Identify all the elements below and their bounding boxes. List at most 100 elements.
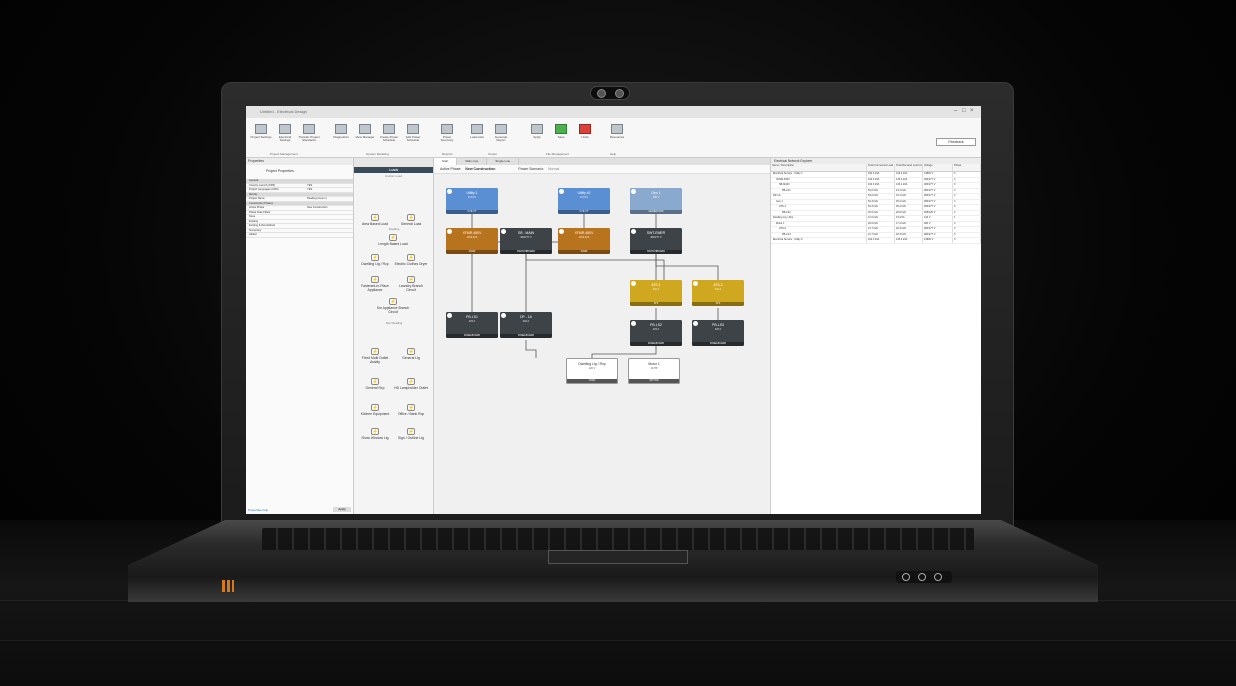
- table-cell: 3: [953, 221, 981, 226]
- apply-properties-button[interactable]: Apply: [333, 507, 351, 512]
- diagram-node-s2[interactable]: SWT-EMER 480/277 V SWITCHBOARD: [630, 228, 682, 254]
- load-item[interactable]: ⚡ Office / Bank Rcp: [394, 404, 428, 416]
- table-row[interactable]: Electrical Service - Utility 2 162.3 kVA 1…: [771, 238, 981, 244]
- load-item-label: Show Window Ltg: [361, 436, 389, 440]
- table-cell: 13800 V: [923, 238, 953, 243]
- port: [934, 573, 942, 581]
- diagram-node-a2[interactable]: ATS-2 400 A ATS: [692, 280, 744, 306]
- column-header[interactable]: Total Connected Load (VA): [867, 164, 895, 171]
- electrical-settings-button[interactable]: Electrical Settings: [274, 124, 296, 150]
- transfer-standards-button[interactable]: Transfer Project Standards: [298, 124, 320, 150]
- feedback-button[interactable]: Feedback: [936, 138, 976, 146]
- load-item[interactable]: ⚡ Electric Clothes Dryer: [394, 254, 428, 266]
- load-item[interactable]: ⚡ Laundry Branch Circuit: [394, 276, 428, 292]
- table-cell: 208/120 V: [923, 210, 953, 215]
- load-item[interactable]: ⚡ Sm Appliance Branch Circuit: [376, 298, 410, 314]
- diagram-node-p3[interactable]: PB-LS2 225 A PANELBOARD: [630, 320, 682, 346]
- diagram-node-u2[interactable]: Utility #2 13.8 kV UTILITY: [558, 188, 610, 214]
- diagram-node-l2[interactable]: Motor 1 10 HP MOTOR: [628, 358, 680, 384]
- load-item-label: Laundry Branch Circuit: [399, 284, 423, 292]
- help-icon: [611, 124, 623, 134]
- create-schedule-button[interactable]: Create Power Schedule: [378, 124, 400, 150]
- load-item[interactable]: ⚡ Sign / Outline Ltg: [394, 428, 428, 440]
- node-subtitle: 1000 kVA: [578, 236, 590, 239]
- view-manager-button[interactable]: View Manager: [354, 124, 376, 150]
- add-schedule-icon: [407, 124, 419, 134]
- load-item[interactable]: ⚡ Show Window Ltg: [358, 428, 392, 440]
- group-label: File Management: [546, 152, 570, 156]
- column-header[interactable]: Phase: [953, 164, 981, 171]
- load-lists-button[interactable]: Load Lists: [466, 124, 488, 150]
- generate-report-button[interactable]: Generate Report: [490, 124, 512, 150]
- keyboard: [262, 528, 974, 550]
- category-nondwelling: Non Dwelling: [385, 321, 403, 325]
- diagram-node-l1[interactable]: Dwelling Ltg / Rcp 120 V LOAD: [566, 358, 618, 384]
- status-led: [222, 580, 234, 592]
- column-header[interactable]: Name / Description: [771, 164, 867, 171]
- apply-button[interactable]: Apply: [526, 124, 548, 150]
- node-title: XFMR-480V: [574, 231, 594, 235]
- node-subtitle: 225 A: [468, 320, 476, 323]
- load-item[interactable]: ⚡ Fastened-In-Place Appliance: [358, 276, 392, 292]
- settings-icon: [255, 124, 267, 134]
- load-item[interactable]: ⚡ HD Lampholder Outlet: [394, 378, 428, 390]
- load-item[interactable]: ⚡ Fixed Multi Outlet Assbly: [358, 348, 392, 364]
- diagram-node-p2[interactable]: DP - 1A 400 A PANELBOARD: [500, 312, 552, 338]
- load-item[interactable]: ⚡ Length Based Load: [376, 234, 410, 246]
- column-header[interactable]: Voltage: [923, 164, 953, 171]
- diagram-node-g1[interactable]: Gen 1 480 V GENERATOR: [630, 188, 682, 214]
- table-cell: 3: [953, 205, 981, 210]
- diagram-node-x1[interactable]: XFMR-480V 1000 kVA XFMR: [446, 228, 498, 254]
- table-cell: Gen 1: [771, 199, 867, 204]
- load-item-label: Office / Bank Rcp: [397, 412, 425, 416]
- maximize-icon[interactable]: □: [962, 108, 970, 115]
- diagram-node-x2[interactable]: XFMR-480V 1000 kVA XFMR: [558, 228, 610, 254]
- loads-palette: Loads Custom Load Dwelling Non Dwelling …: [354, 158, 434, 514]
- minimize-icon[interactable]: –: [954, 108, 962, 115]
- undo-button[interactable]: Undo: [574, 124, 596, 150]
- table-cell: 26.8 kVA: [895, 210, 923, 215]
- save-button[interactable]: Save: [550, 124, 572, 150]
- group-label: System Modeling: [366, 152, 390, 156]
- diagram-node-p4[interactable]: PB-LS3 225 A PANELBOARD: [692, 320, 744, 346]
- project-settings-button[interactable]: Project Settings: [250, 124, 272, 150]
- resources-button[interactable]: Resources: [606, 124, 628, 150]
- add-schedule-button[interactable]: Add Power Schedule: [402, 124, 424, 150]
- diagram-node-u1[interactable]: Utility 1 13.8 kV UTILITY: [446, 188, 498, 214]
- category-dwelling: Dwelling: [388, 227, 400, 231]
- table-cell: 133.4 kVA: [895, 183, 923, 188]
- column-header[interactable]: Total Demand Load (VA): [895, 164, 923, 171]
- diagnostics-button[interactable]: Diagnostics: [330, 124, 352, 150]
- property-row[interactable]: Added: [246, 233, 353, 238]
- diagram-node-a1[interactable]: ATS-1 400 A ATS: [630, 280, 682, 306]
- properties-help-link[interactable]: Properties help: [248, 508, 268, 512]
- transfer-icon: [303, 124, 315, 134]
- load-item[interactable]: ⚡ General Rcp: [358, 378, 392, 390]
- property-key: Construction Phases: [249, 201, 273, 205]
- table-cell: 18.4 kVA: [895, 232, 923, 237]
- diagram-node-p1[interactable]: PB-LS1 225 A PANELBOARD: [446, 312, 498, 338]
- close-icon[interactable]: ×: [970, 108, 978, 115]
- load-item[interactable]: ⚡ Area Based Load: [358, 214, 392, 226]
- property-key: Phase Note Filters: [249, 210, 271, 214]
- load-item[interactable]: ⚡ General Ltg: [394, 348, 428, 360]
- table-cell: 480/277 V: [923, 183, 953, 188]
- node-title: PB-LS1: [466, 315, 478, 319]
- diagram-node-s1[interactable]: SB - MAIN 480/277 V SWITCHBOARD: [500, 228, 552, 254]
- table-cell: PB-LS1: [771, 188, 867, 193]
- load-item[interactable]: ⚡ Kitchen Equipment: [358, 404, 392, 416]
- scene: Untitled - Electrical Design – □ × Proje…: [0, 0, 1236, 686]
- load-item[interactable]: ⚡ Dwelling Ltg / Rcp: [358, 254, 392, 266]
- port: [918, 573, 926, 581]
- node-footer: MOTOR: [629, 379, 679, 383]
- load-type-icon: ⚡: [407, 254, 415, 261]
- load-item[interactable]: ⚡ General Load: [394, 214, 428, 226]
- node-title: DP - 1A: [520, 315, 532, 319]
- table-cell: 45.2 kVA: [895, 199, 923, 204]
- group-label: Reports: [442, 152, 453, 156]
- power-summary-button[interactable]: Power Summary: [436, 124, 458, 150]
- node-subtitle: 10 HP: [650, 367, 658, 370]
- load-type-icon: ⚡: [407, 404, 415, 411]
- property-key: Project Name: [249, 197, 265, 200]
- node-subtitle: 13.8 kV: [467, 196, 477, 199]
